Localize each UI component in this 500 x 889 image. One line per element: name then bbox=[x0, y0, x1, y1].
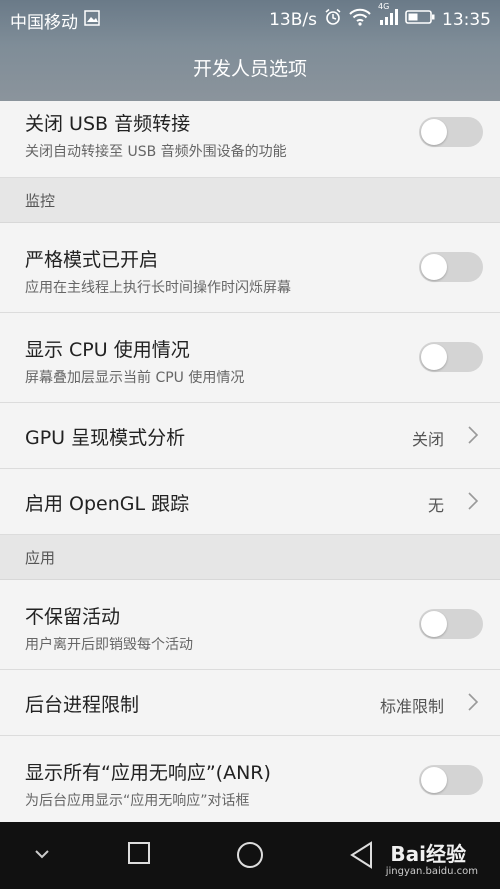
chevron-right-icon bbox=[468, 426, 479, 444]
setting-value: 关闭 bbox=[411, 430, 444, 449]
setting-value: 无 bbox=[427, 496, 444, 515]
network-type-label: 4G bbox=[378, 2, 390, 11]
setting-title: 启用 OpenGL 跟踪 bbox=[25, 493, 190, 515]
setting-show-all-anr[interactable]: 显示所有“应用无响应”(ANR) 为后台应用显示“应用无响应”对话框 bbox=[0, 736, 500, 825]
toggle-knob bbox=[421, 767, 447, 793]
battery-icon bbox=[405, 9, 435, 30]
setting-background-process-limit[interactable]: 后台进程限制 标准限制 bbox=[0, 670, 500, 736]
cellular-signal-icon: 4G bbox=[378, 2, 398, 31]
toggle-knob bbox=[421, 611, 447, 637]
alarm-icon bbox=[324, 8, 342, 31]
image-notification-icon bbox=[84, 10, 100, 31]
watermark-brand: Bai经验 bbox=[390, 842, 466, 866]
dont-keep-activities-toggle[interactable] bbox=[419, 609, 483, 639]
setting-gpu-rendering-profile[interactable]: GPU 呈现模式分析 关闭 bbox=[0, 403, 500, 469]
toggle-knob bbox=[421, 119, 447, 145]
setting-title: 显示 CPU 使用情况 bbox=[25, 339, 190, 361]
setting-subtitle: 屏幕叠加层显示当前 CPU 使用情况 bbox=[25, 370, 245, 386]
section-title: 监控 bbox=[25, 192, 56, 210]
section-header-monitoring: 监控 bbox=[0, 178, 500, 223]
carrier-label: 中国移动 bbox=[10, 13, 78, 33]
setting-title: 严格模式已开启 bbox=[25, 249, 159, 271]
status-bar: 中国移动 13B/s 4G 13:35 bbox=[0, 0, 500, 36]
toggle-knob bbox=[421, 254, 447, 280]
strict-mode-toggle[interactable] bbox=[419, 252, 483, 282]
home-icon[interactable] bbox=[236, 841, 264, 869]
section-header-apps: 应用 bbox=[0, 535, 500, 580]
settings-list: 关闭 USB 音频转接 关闭自动转接至 USB 音频外围设备的功能 监控 严格模… bbox=[0, 101, 500, 825]
setting-dont-keep-activities[interactable]: 不保留活动 用户离开后即销毁每个活动 bbox=[0, 580, 500, 670]
recent-apps-icon[interactable] bbox=[127, 841, 151, 865]
setting-title: 关闭 USB 音频转接 bbox=[25, 113, 191, 135]
wifi-icon bbox=[349, 8, 371, 31]
setting-subtitle: 应用在主线程上执行长时间操作时闪烁屏幕 bbox=[25, 280, 291, 296]
toggle-knob bbox=[421, 344, 447, 370]
chevron-right-icon bbox=[468, 693, 479, 711]
net-speed-label: 13B/s bbox=[269, 9, 317, 30]
page-title: 开发人员选项 bbox=[192, 58, 307, 80]
setting-title: 显示所有“应用无响应”(ANR) bbox=[25, 762, 271, 784]
clock-label: 13:35 bbox=[442, 9, 491, 30]
section-title: 应用 bbox=[25, 549, 56, 567]
chevron-right-icon bbox=[468, 492, 479, 510]
setting-title: 后台进程限制 bbox=[25, 694, 140, 716]
setting-show-cpu-usage[interactable]: 显示 CPU 使用情况 屏幕叠加层显示当前 CPU 使用情况 bbox=[0, 313, 500, 403]
setting-subtitle: 为后台应用显示“应用无响应”对话框 bbox=[25, 793, 250, 809]
usb-audio-toggle[interactable] bbox=[419, 117, 483, 147]
cpu-usage-toggle[interactable] bbox=[419, 342, 483, 372]
watermark-url: jingyan.baidu.com bbox=[385, 866, 478, 877]
app-header: 中国移动 13B/s 4G 13:35 开发人员选项 bbox=[0, 0, 500, 101]
setting-opengl-trace[interactable]: 启用 OpenGL 跟踪 无 bbox=[0, 469, 500, 535]
collapse-chevron-icon[interactable] bbox=[32, 847, 52, 861]
show-all-anr-toggle[interactable] bbox=[419, 765, 483, 795]
baidu-jingyan-watermark: Bai经验 jingyan.baidu.com bbox=[350, 822, 490, 889]
setting-strict-mode[interactable]: 严格模式已开启 应用在主线程上执行长时间操作时闪烁屏幕 bbox=[0, 223, 500, 313]
setting-title: GPU 呈现模式分析 bbox=[25, 427, 186, 449]
setting-subtitle: 用户离开后即销毁每个活动 bbox=[25, 637, 193, 653]
setting-usb-audio-routing[interactable]: 关闭 USB 音频转接 关闭自动转接至 USB 音频外围设备的功能 bbox=[0, 101, 500, 178]
setting-value: 标准限制 bbox=[379, 697, 444, 716]
setting-title: 不保留活动 bbox=[25, 606, 121, 628]
setting-subtitle: 关闭自动转接至 USB 音频外围设备的功能 bbox=[25, 144, 287, 160]
